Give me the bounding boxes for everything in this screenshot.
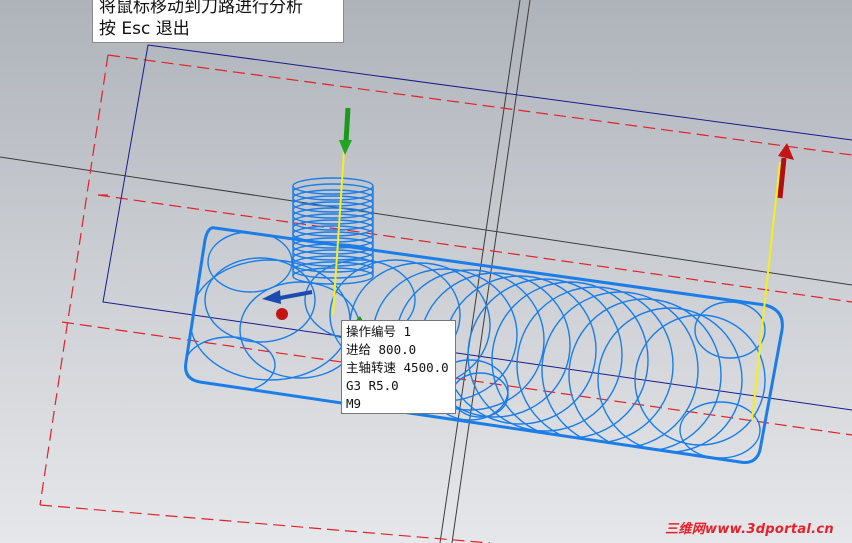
watermark: 三维网www.3dportal.cn xyxy=(665,522,834,537)
origin-marker-icon xyxy=(276,308,288,320)
tooltip-operation: 操作编号 1 xyxy=(346,324,412,339)
tooltip-arc: G3 R5.0 xyxy=(346,378,399,393)
toolpath-scene[interactable] xyxy=(0,0,852,543)
tooltip-spindle: 主轴转速 4500.0 xyxy=(346,360,449,375)
toolpath-info-tooltip: 操作编号 1 进给 800.0 主轴转速 4500.0 G3 R5.0 M9 xyxy=(341,320,456,414)
instruction-line-1: 将鼠标移动到刀路进行分析 xyxy=(99,0,303,17)
instruction-box: 将鼠标移动到刀路进行分析 按 Esc 退出 xyxy=(92,0,344,43)
cam-3d-viewport[interactable]: 将鼠标移动到刀路进行分析 按 Esc 退出 操作编号 1 进给 800.0 主轴… xyxy=(0,0,852,543)
green-z-arrow-icon xyxy=(339,107,352,155)
tooltip-feed: 进给 800.0 xyxy=(346,342,417,357)
tooltip-mcode: M9 xyxy=(346,396,362,411)
red-z-arrow-icon xyxy=(777,143,794,199)
instruction-line-2: 按 Esc 退出 xyxy=(99,19,190,39)
